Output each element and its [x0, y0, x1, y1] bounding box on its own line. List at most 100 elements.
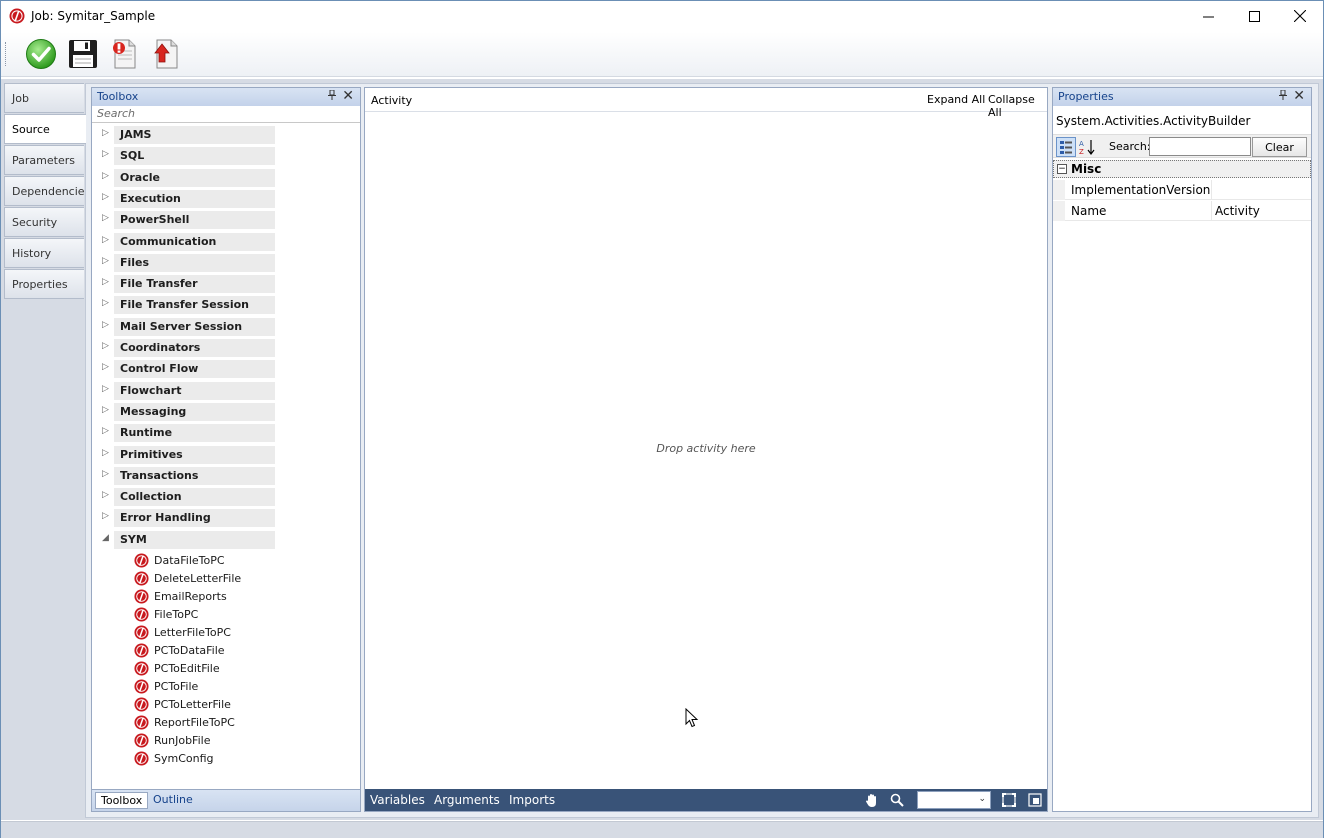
arguments-button[interactable]: Arguments: [434, 793, 500, 807]
imports-button[interactable]: Imports: [509, 793, 555, 807]
toolbox-item[interactable]: RunJobFile: [134, 732, 334, 750]
toolbox-category[interactable]: ▷ File Transfer: [98, 275, 275, 293]
zoom-icon[interactable]: [889, 792, 905, 808]
misc-section-header[interactable]: − Misc: [1053, 160, 1311, 178]
properties-search-input[interactable]: [1149, 137, 1251, 156]
alphabetical-sort-button[interactable]: AZ: [1078, 137, 1098, 157]
toolbox-category[interactable]: ▷ Runtime: [98, 424, 275, 442]
pin-icon[interactable]: [1279, 89, 1287, 103]
collapse-icon[interactable]: −: [1057, 164, 1067, 174]
clear-button[interactable]: Clear: [1252, 137, 1307, 157]
toolbox-search-input[interactable]: Search: [92, 106, 360, 123]
collapse-all-button[interactable]: Collapse All: [988, 93, 1047, 119]
toolbox-item[interactable]: ReportFileToPC: [134, 714, 334, 732]
tab-properties[interactable]: Properties: [4, 269, 84, 299]
document-button[interactable]: [106, 36, 142, 72]
collapsed-triangle-icon[interactable]: ▷: [102, 171, 109, 181]
toolbox-category[interactable]: ▷ File Transfer Session: [98, 296, 275, 314]
tab-job[interactable]: Job: [4, 83, 84, 113]
collapsed-triangle-icon[interactable]: ▷: [102, 490, 109, 500]
toolbar-grip[interactable]: [5, 42, 8, 66]
close-icon[interactable]: ✕: [342, 88, 354, 104]
tab-history[interactable]: History: [4, 238, 84, 268]
toolbox-category[interactable]: ▷ Error Handling: [98, 509, 275, 527]
collapsed-triangle-icon[interactable]: ▷: [102, 341, 109, 351]
toolbox-category[interactable]: ▷ PowerShell: [98, 211, 275, 229]
toolbox-item[interactable]: FileToPC: [134, 606, 334, 624]
save-button[interactable]: [65, 36, 101, 72]
upload-button[interactable]: [148, 36, 184, 72]
collapsed-triangle-icon[interactable]: ▷: [102, 384, 109, 394]
collapsed-triangle-icon[interactable]: ▷: [102, 149, 109, 159]
minimize-button[interactable]: [1185, 1, 1231, 31]
collapsed-triangle-icon[interactable]: ▷: [102, 192, 109, 202]
collapsed-triangle-icon[interactable]: ▷: [102, 405, 109, 415]
toolbox-item[interactable]: DeleteLetterFile: [134, 570, 334, 588]
toolbox-item[interactable]: LetterFileToPC: [134, 624, 334, 642]
toolbox-item[interactable]: PCToFile: [134, 678, 334, 696]
tab-source[interactable]: Source: [4, 114, 86, 144]
tab-security[interactable]: Security: [4, 207, 84, 237]
check-button[interactable]: [23, 36, 59, 72]
jams-activity-icon: [134, 571, 149, 586]
collapsed-triangle-icon[interactable]: ▷: [102, 298, 109, 308]
expanded-triangle-icon[interactable]: ◢: [102, 533, 109, 543]
tab-toolbox[interactable]: Toolbox: [95, 792, 149, 809]
toolbox-category[interactable]: ▷ Primitives: [98, 446, 275, 464]
property-row-implementation-version[interactable]: ImplementationVersion: [1053, 180, 1311, 200]
fit-to-screen-icon[interactable]: [1001, 792, 1017, 808]
toolbox-category[interactable]: ▷ Files: [98, 254, 275, 272]
overview-icon[interactable]: [1027, 792, 1043, 808]
collapsed-triangle-icon[interactable]: ▷: [102, 128, 109, 138]
toolbox-item[interactable]: PCToLetterFile: [134, 696, 334, 714]
toolbox-category[interactable]: ▷ Communication: [98, 233, 275, 251]
collapsed-triangle-icon[interactable]: ▷: [102, 277, 109, 287]
collapsed-triangle-icon[interactable]: ▷: [102, 320, 109, 330]
toolbox-category[interactable]: ▷ Control Flow: [98, 360, 275, 378]
tab-parameters[interactable]: Parameters: [4, 145, 84, 175]
collapsed-triangle-icon[interactable]: ▷: [102, 235, 109, 245]
categorized-view-button[interactable]: [1056, 137, 1076, 157]
collapsed-triangle-icon[interactable]: ▷: [102, 469, 109, 479]
property-value[interactable]: Activity: [1211, 201, 1311, 221]
toolbox-category[interactable]: ▷ Transactions: [98, 467, 275, 485]
toolbox-category[interactable]: ▷ Messaging: [98, 403, 275, 421]
document-icon: [113, 39, 136, 69]
close-icon[interactable]: ✕: [1293, 88, 1305, 104]
toolbox-category[interactable]: ▷ JAMS: [98, 126, 275, 144]
toolbox-category[interactable]: ▷ Mail Server Session: [98, 318, 275, 336]
toolbox-category[interactable]: ◢ SYM: [98, 531, 275, 549]
toolbox-item[interactable]: SymConfig: [134, 750, 334, 768]
workflow-designer: Activity Expand All Collapse All Drop ac…: [364, 87, 1048, 812]
toolbox-category[interactable]: ▷ Oracle: [98, 169, 275, 187]
property-row-name[interactable]: Name Activity: [1053, 201, 1311, 221]
row-gutter: [1053, 201, 1065, 221]
toolbox-item[interactable]: DataFileToPC: [134, 552, 334, 570]
collapsed-triangle-icon[interactable]: ▷: [102, 256, 109, 266]
toolbox-category[interactable]: ▷ Execution: [98, 190, 275, 208]
collapsed-triangle-icon[interactable]: ▷: [102, 426, 109, 436]
toolbox-category[interactable]: ▷ Collection: [98, 488, 275, 506]
maximize-button[interactable]: [1231, 1, 1277, 31]
variables-button[interactable]: Variables: [370, 793, 425, 807]
collapsed-triangle-icon[interactable]: ▷: [102, 448, 109, 458]
toolbox-category[interactable]: ▷ SQL: [98, 147, 275, 165]
zoom-level-select[interactable]: ⌄: [917, 791, 991, 809]
expand-all-button[interactable]: Expand All: [927, 93, 985, 106]
tab-outline[interactable]: Outline: [148, 792, 198, 809]
drop-activity-hint[interactable]: Drop activity here: [365, 442, 1047, 455]
collapsed-triangle-icon[interactable]: ▷: [102, 362, 109, 372]
collapsed-triangle-icon[interactable]: ▷: [102, 511, 109, 521]
toolbox-item[interactable]: PCToEditFile: [134, 660, 334, 678]
toolbox-item[interactable]: EmailReports: [134, 588, 334, 606]
pan-hand-icon[interactable]: [864, 792, 880, 808]
toolbox-item[interactable]: PCToDataFile: [134, 642, 334, 660]
collapsed-triangle-icon[interactable]: ▷: [102, 213, 109, 223]
mouse-cursor-icon: [685, 708, 699, 728]
toolbox-category[interactable]: ▷ Flowchart: [98, 382, 275, 400]
tab-dependencies[interactable]: Dependencies: [4, 176, 90, 206]
toolbox-category[interactable]: ▷ Coordinators: [98, 339, 275, 357]
pin-icon[interactable]: [328, 89, 336, 103]
close-button[interactable]: [1277, 1, 1323, 31]
property-value[interactable]: [1211, 180, 1311, 200]
